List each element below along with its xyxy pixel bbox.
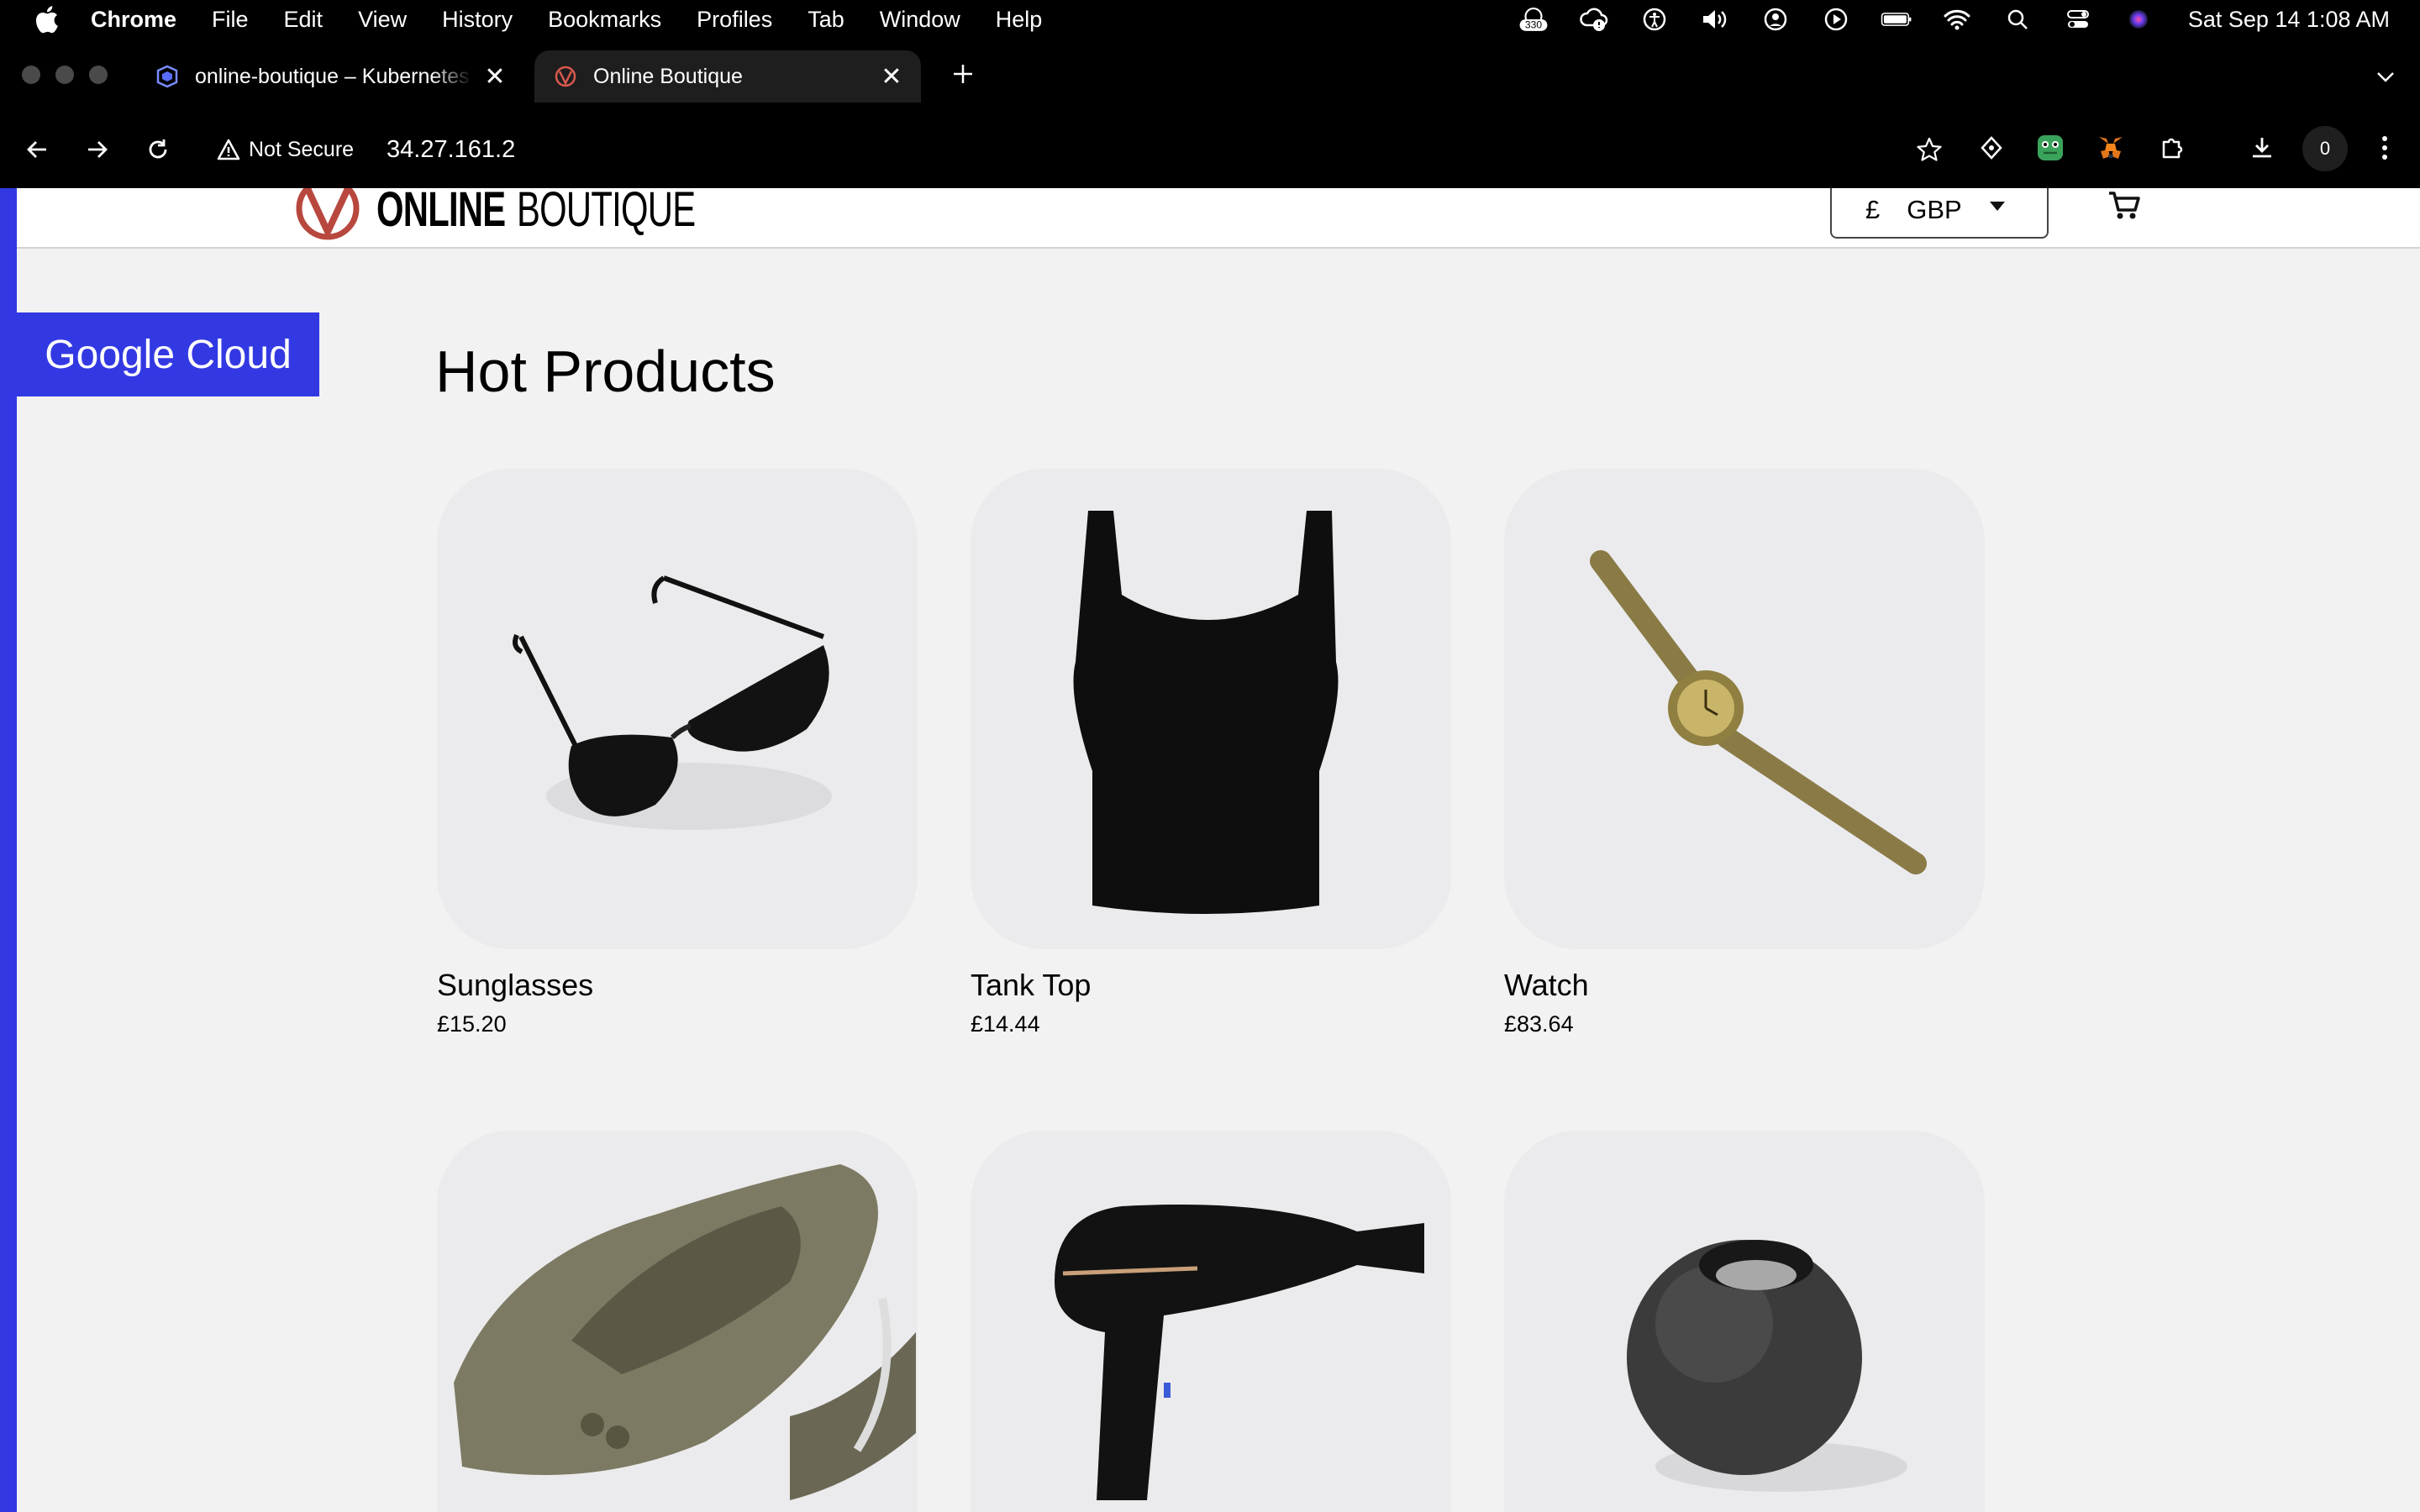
tab-online-boutique[interactable]: Online Boutique ✕ — [534, 50, 921, 102]
google-cloud-banner[interactable]: Google Cloud — [17, 312, 319, 396]
address-bar[interactable]: Not Secure 34.27.161.2 — [198, 119, 1980, 180]
tab-title: online-boutique – Kubernetes — [195, 64, 470, 88]
menu-edit[interactable]: Edit — [284, 7, 324, 33]
menu-profiles[interactable]: Profiles — [697, 7, 772, 33]
sunglasses-image — [437, 469, 918, 949]
product-image[interactable] — [1504, 469, 1985, 949]
close-icon[interactable]: ✕ — [481, 62, 509, 91]
product-image[interactable] — [971, 469, 1451, 949]
currency-symbol: £ — [1865, 195, 1881, 224]
url-text[interactable]: 34.27.161.2 — [387, 119, 515, 180]
product-image[interactable] — [437, 1131, 918, 1512]
page-viewport: ONLINE BOUTIQUE £ GBP Google Cloud Hot Pr… — [0, 188, 2420, 1512]
tank-top-image — [971, 469, 1451, 949]
security-indicator[interactable]: Not Secure — [217, 119, 354, 180]
tab-title: Online Boutique — [593, 64, 743, 88]
close-icon[interactable]: ✕ — [877, 62, 906, 91]
product-name[interactable]: Tank Top — [971, 968, 1451, 1003]
logo-bold: ONLINE — [376, 188, 506, 237]
menu-app-chrome[interactable]: Chrome — [91, 7, 176, 33]
product-card-tank-top[interactable]: Tank Top £14.44 — [971, 469, 1451, 1037]
not-secure-label: Not Secure — [249, 137, 355, 161]
currency-code: GBP — [1907, 195, 1962, 224]
notification-count: 330 — [1525, 18, 1542, 30]
cloud-sync-icon[interactable] — [1578, 7, 1610, 32]
user-account-icon[interactable] — [1760, 7, 1791, 32]
logo-mark-icon — [296, 188, 360, 240]
forward-arrow-icon[interactable] — [81, 133, 114, 166]
window-controls — [22, 66, 108, 84]
accessibility-icon[interactable] — [1639, 7, 1670, 32]
hairdryer-image — [971, 1131, 1451, 1512]
product-image[interactable] — [437, 469, 918, 949]
volume-icon[interactable] — [1699, 7, 1731, 32]
extension-frog-icon[interactable] — [2033, 131, 2067, 165]
menu-file[interactable]: File — [212, 7, 249, 33]
product-price: £15.20 — [437, 1011, 507, 1037]
product-image[interactable] — [1504, 1131, 1985, 1512]
close-window-button[interactable] — [22, 66, 40, 84]
more-menu-icon[interactable] — [2368, 131, 2402, 165]
product-image[interactable] — [971, 1131, 1451, 1512]
menu-tab[interactable]: Tab — [808, 7, 844, 33]
battery-icon[interactable] — [1881, 7, 1912, 32]
currency-selector[interactable]: £ GBP — [1830, 188, 2049, 239]
menu-view[interactable]: View — [358, 7, 407, 33]
metamask-fox-icon[interactable] — [2094, 131, 2128, 165]
wifi-icon[interactable] — [1941, 7, 1973, 32]
siri-icon[interactable] — [2123, 7, 2154, 32]
menu-window[interactable]: Window — [880, 7, 960, 33]
chevron-down-icon[interactable] — [2373, 64, 2398, 89]
product-card-watch[interactable]: Watch £83.64 — [1504, 469, 1985, 1037]
menu-bar: Chrome File Edit View History Bookmarks … — [0, 0, 2420, 39]
spotlight-search-icon[interactable] — [2002, 7, 2033, 32]
warning-icon — [217, 139, 240, 160]
apple-icon[interactable] — [32, 4, 60, 34]
minimize-window-button[interactable] — [55, 66, 74, 84]
play-icon[interactable] — [1820, 7, 1852, 32]
product-card-candle-holder[interactable] — [1504, 1131, 1985, 1512]
control-center-icon[interactable] — [2062, 7, 2094, 32]
browser-toolbar: Not Secure 34.27.161.2 0 — [0, 111, 2420, 188]
product-card-sunglasses[interactable]: Sunglasses £15.20 — [437, 469, 918, 1037]
reload-icon[interactable] — [141, 133, 175, 166]
product-card-hairdryer[interactable] — [971, 1131, 1451, 1512]
menu-bookmarks[interactable]: Bookmarks — [548, 7, 661, 33]
accent-sidebar-stripe — [0, 188, 17, 1512]
section-title: Hot Products — [435, 339, 776, 404]
menu-help[interactable]: Help — [996, 7, 1043, 33]
product-card-loafers[interactable] — [437, 1131, 918, 1512]
site-logo[interactable]: ONLINE BOUTIQUE — [294, 188, 765, 244]
logo-wordmark: ONLINE BOUTIQUE — [376, 188, 765, 235]
bookmark-star-icon[interactable] — [1912, 133, 1946, 166]
product-name[interactable]: Sunglasses — [437, 968, 918, 1003]
watch-image — [1504, 469, 1985, 949]
logo-light: BOUTIQUE — [517, 188, 696, 237]
new-tab-button[interactable] — [946, 57, 980, 91]
download-icon[interactable] — [2245, 131, 2279, 165]
tab-kubernetes[interactable]: online-boutique – Kubernetes ✕ — [148, 50, 524, 102]
notification-badge-icon[interactable]: 330 — [1518, 7, 1549, 32]
profile-avatar[interactable]: 0 — [2302, 126, 2348, 171]
menu-history[interactable]: History — [442, 7, 513, 33]
zoom-window-button[interactable] — [89, 66, 108, 84]
product-name[interactable]: Watch — [1504, 968, 1985, 1003]
loafers-image — [437, 1131, 918, 1512]
menubar-clock[interactable]: Sat Sep 14 1:08 AM — [2188, 7, 2390, 33]
site-header: ONLINE BOUTIQUE £ GBP — [17, 188, 2420, 249]
cart-icon[interactable] — [2104, 188, 2144, 225]
candle-holder-image — [1504, 1131, 1985, 1512]
extension-diamond-icon[interactable] — [1975, 131, 2008, 165]
chevron-down-icon — [1990, 202, 2005, 211]
product-price: £83.64 — [1504, 1011, 1574, 1037]
kubernetes-icon — [155, 64, 180, 89]
extensions-puzzle-icon[interactable] — [2156, 131, 2190, 165]
tab-strip: online-boutique – Kubernetes ✕ Online Bo… — [0, 39, 2420, 111]
back-arrow-icon[interactable] — [20, 133, 54, 166]
boutique-icon — [553, 64, 578, 89]
product-price: £14.44 — [971, 1011, 1040, 1037]
status-area: 330 Sat Sep 14 1:08 AM — [1518, 0, 2390, 39]
